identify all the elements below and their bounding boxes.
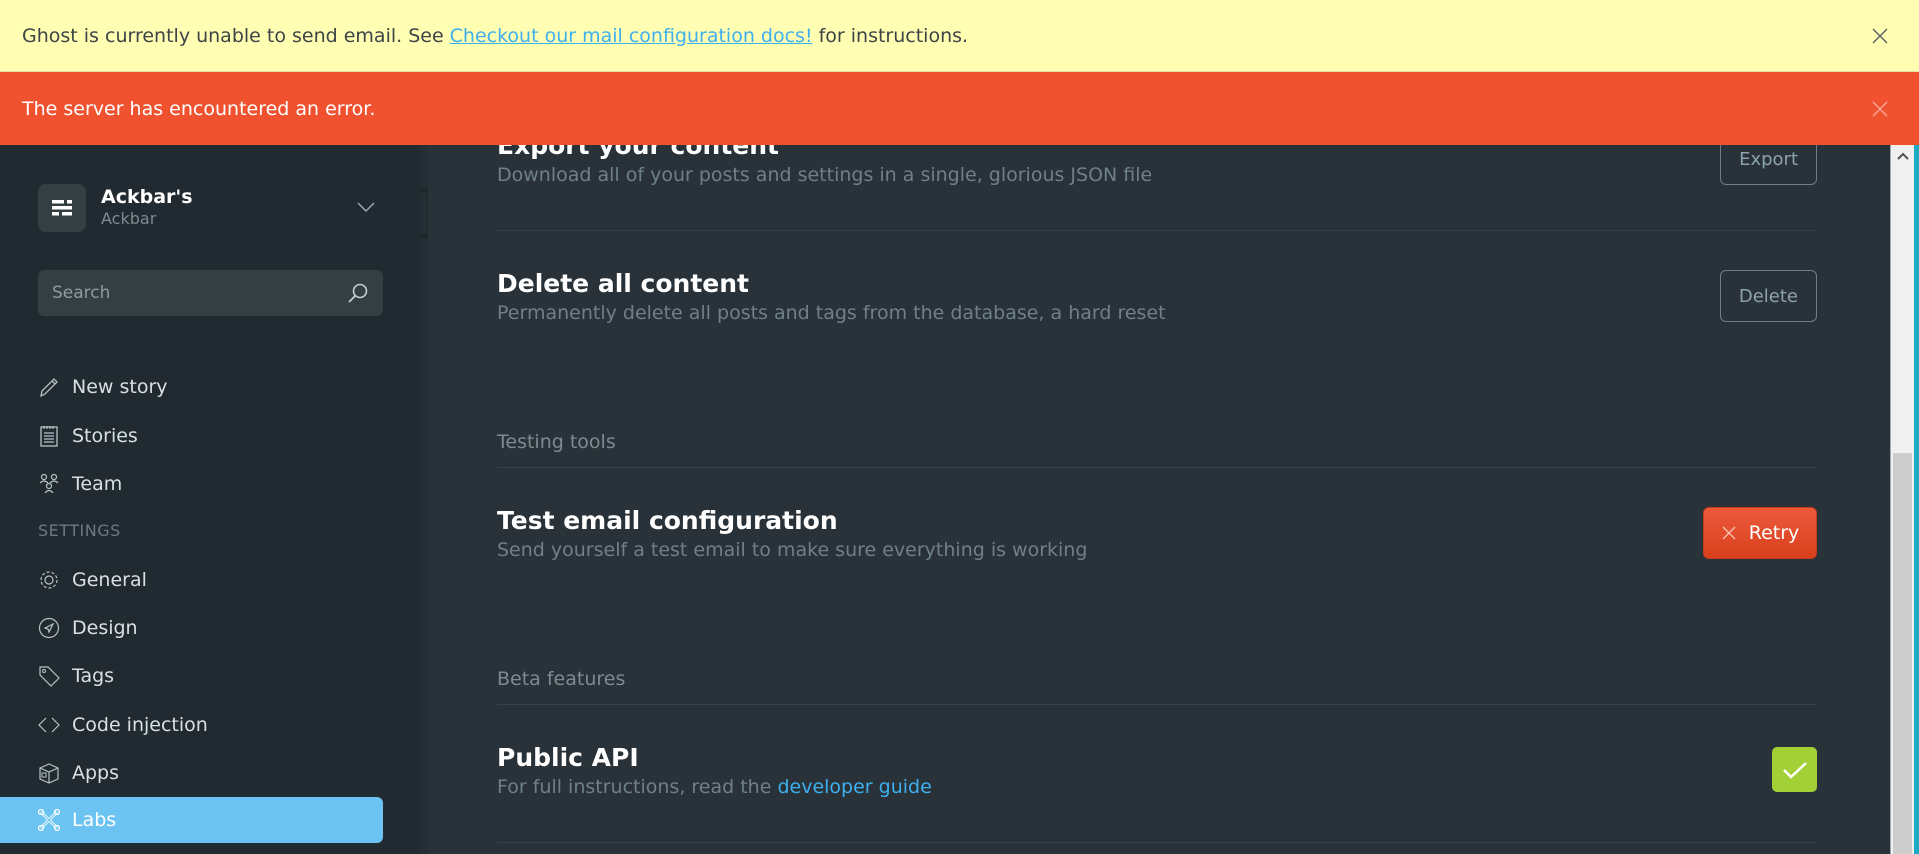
email-warning-alert: Ghost is currently unable to send email.… — [0, 0, 1919, 72]
export-desc: Download all of your posts and settings … — [497, 164, 1153, 186]
nav-item-label: Labs — [72, 809, 117, 831]
scrollbar[interactable] — [1891, 145, 1914, 854]
labs-content: Export your content Download all of your… — [428, 145, 1881, 854]
close-error-button[interactable] — [1871, 100, 1889, 118]
delete-desc: Permanently delete all posts and tags fr… — [497, 302, 1166, 324]
developer-guide-link[interactable]: developer guide — [777, 776, 931, 798]
settings-heading: SETTINGS — [38, 521, 121, 540]
sidebar: Ackbar's Ackbar New story Stories Team S… — [0, 145, 420, 854]
sidebar-border — [420, 145, 428, 854]
nav-item-label: Apps — [72, 762, 120, 784]
wrench-icon — [38, 809, 60, 831]
nav-item-label: Team — [72, 473, 123, 495]
search-box[interactable] — [38, 270, 383, 316]
code-icon — [38, 714, 60, 736]
nav-item-label: Tags — [72, 665, 115, 687]
blog-logo — [38, 184, 86, 232]
divider — [497, 467, 1817, 468]
notepad-icon — [38, 425, 60, 447]
nav-item-label: New story — [72, 376, 168, 398]
nav-item-design[interactable]: Design — [0, 605, 383, 651]
export-row: Export your content Download all of your… — [497, 145, 1817, 186]
public-api-desc-text: For full instructions, read the — [497, 776, 772, 798]
divider — [497, 230, 1817, 231]
nav-item-general[interactable]: General — [0, 557, 383, 603]
nav-item-apps[interactable]: Apps — [0, 750, 383, 796]
scroll-gutter — [1881, 145, 1891, 854]
close-icon — [1722, 526, 1736, 540]
nav-item-label: General — [72, 569, 147, 591]
close-icon — [1872, 100, 1888, 117]
warning-text-after: for instructions. — [818, 24, 969, 47]
public-api-row: Public API For full instructions, read t… — [497, 743, 1817, 798]
error-text: The server has encountered an error. — [22, 97, 376, 120]
export-title: Export your content — [497, 145, 780, 160]
test-email-desc: Send yourself a test email to make sure … — [497, 539, 1088, 561]
gear-icon — [38, 569, 60, 591]
nav-item-label: Design — [72, 617, 138, 639]
nav-item-new-story[interactable]: New story — [0, 364, 383, 410]
close-warning-button[interactable] — [1871, 27, 1889, 45]
nav-item-labs[interactable]: Labs — [0, 797, 383, 843]
search-icon[interactable] — [347, 282, 369, 304]
test-email-title: Test email configuration — [497, 506, 838, 535]
test-email-row: Test email configuration Send yourself a… — [497, 506, 1817, 561]
blog-title: Ackbar's — [101, 186, 193, 208]
blog-switcher[interactable]: Ackbar's Ackbar — [38, 184, 384, 232]
public-api-checkbox[interactable] — [1772, 747, 1817, 792]
divider — [497, 704, 1817, 705]
box-icon — [38, 762, 60, 784]
close-icon — [1872, 27, 1888, 44]
scroll-up-button[interactable] — [1891, 145, 1914, 167]
nav-item-tags[interactable]: Tags — [0, 653, 383, 699]
public-api-desc: For full instructions, read the develope… — [497, 776, 1817, 798]
chevron-up-icon — [1896, 152, 1909, 160]
team-icon — [38, 473, 60, 495]
public-api-title: Public API — [497, 743, 639, 772]
nav-item-team[interactable]: Team — [0, 461, 383, 507]
export-button[interactable]: Export — [1720, 145, 1817, 185]
ghost-logo-icon — [52, 200, 72, 216]
compass-icon — [38, 617, 60, 639]
nav-item-code-injection[interactable]: Code injection — [0, 702, 383, 748]
divider — [497, 842, 1817, 843]
tag-icon — [38, 665, 60, 687]
chevron-down-icon[interactable] — [356, 200, 376, 214]
pen-icon — [38, 376, 60, 398]
mail-config-docs-link[interactable]: Checkout our mail configuration docs! — [450, 25, 813, 47]
delete-title: Delete all content — [497, 269, 750, 298]
server-error-alert: The server has encountered an error. — [0, 72, 1919, 145]
checkmark-icon — [1782, 761, 1807, 779]
retry-button[interactable]: Retry — [1703, 507, 1817, 559]
retry-label: Retry — [1748, 522, 1800, 544]
delete-row: Delete all content Permanently delete al… — [497, 269, 1817, 324]
delete-button[interactable]: Delete — [1719, 270, 1817, 322]
user-name: Ackbar — [101, 209, 157, 228]
nav-item-stories[interactable]: Stories — [0, 413, 383, 459]
testing-tools-heading: Testing tools — [497, 431, 616, 453]
nav-item-label: Stories — [72, 425, 138, 447]
search-input[interactable] — [52, 283, 347, 303]
nav-item-label: Code injection — [72, 714, 208, 736]
warning-text: Ghost is currently unable to send email.… — [22, 24, 444, 47]
beta-features-heading: Beta features — [497, 668, 626, 690]
scroll-thumb[interactable] — [1893, 453, 1912, 854]
